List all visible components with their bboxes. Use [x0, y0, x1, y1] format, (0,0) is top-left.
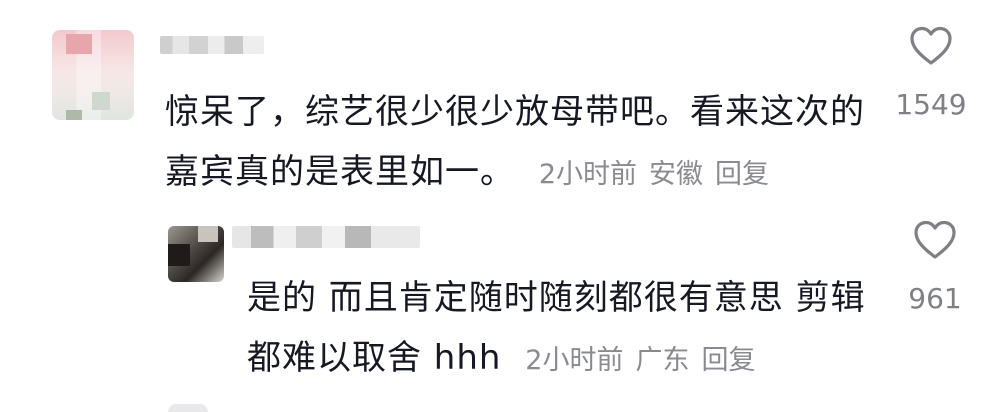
like-count: 961	[908, 282, 962, 315]
avatar-pixel	[66, 34, 92, 54]
comment-location: 安徽	[649, 159, 703, 190]
reply-body: 是的 而且肯定随时随刻都很有意思 剪辑都难以取舍 hhh 2小时前 广东 回复	[247, 268, 867, 391]
avatar-pixel	[66, 110, 82, 120]
reply-time: 2小时前	[525, 345, 624, 376]
username-blurred[interactable]	[232, 226, 420, 248]
like-count: 1549	[895, 88, 967, 121]
reply-location: 广东	[635, 345, 690, 376]
next-avatar-partial	[168, 404, 208, 412]
avatar[interactable]	[52, 30, 134, 120]
avatar-pixel	[168, 244, 190, 266]
avatar[interactable]	[168, 226, 224, 282]
comment-time: 2小时前	[538, 159, 637, 190]
avatar-pixel	[198, 226, 218, 242]
reply-button[interactable]: 回复	[715, 159, 769, 190]
username-blurred[interactable]	[160, 36, 264, 54]
reply-meta: 2小时前 广东 回复	[513, 345, 755, 376]
heart-outline-icon[interactable]	[913, 220, 957, 260]
heart-outline-icon[interactable]	[909, 26, 953, 66]
like-column: 961	[890, 220, 980, 315]
reply-button[interactable]: 回复	[701, 345, 755, 376]
comment-body: 惊呆了，综艺很少很少放母带吧。看来这次的嘉宾真的是表里如一。 2小时前 安徽 回复	[165, 82, 865, 205]
like-column: 1549	[886, 26, 976, 121]
avatar-pixel	[92, 92, 110, 110]
comment-meta: 2小时前 安徽 回复	[527, 159, 769, 190]
